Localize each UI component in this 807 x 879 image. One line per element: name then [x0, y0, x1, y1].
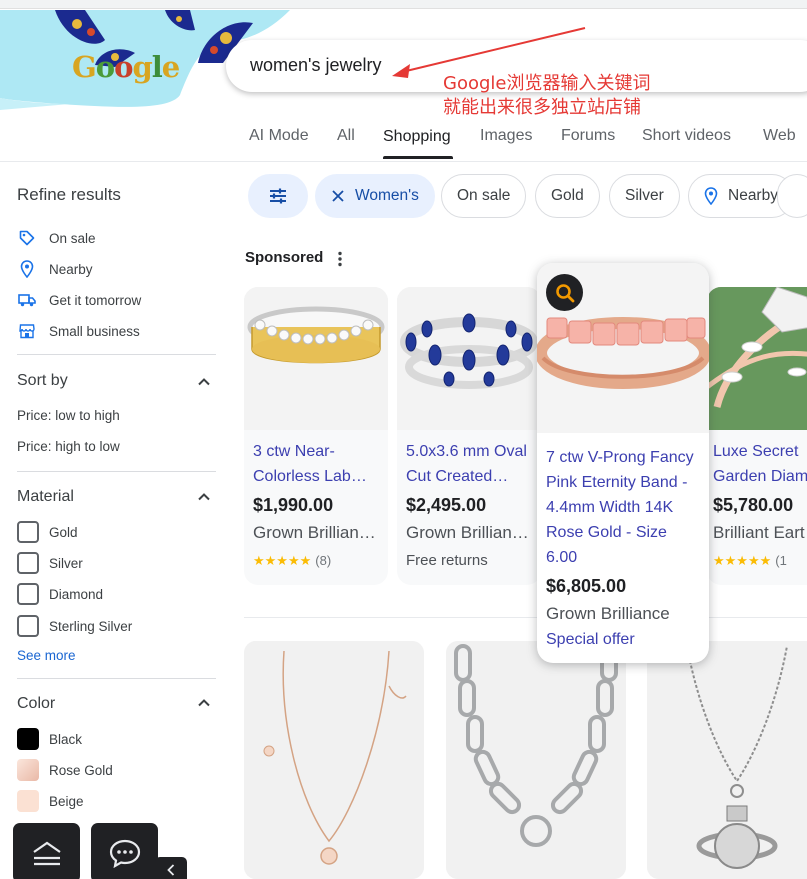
- chat-bubble-icon: [109, 839, 140, 868]
- filter-get-it-tomorrow[interactable]: Get it tomorrow: [17, 290, 141, 310]
- annotation-text: Google浏览器输入关键词 就能出来很多独立站店铺: [443, 73, 651, 118]
- chevron-up-icon[interactable]: [196, 489, 212, 505]
- color-swatch-rose-gold[interactable]: [17, 759, 39, 781]
- chip-womens[interactable]: Women's: [315, 174, 435, 218]
- product-card[interactable]: 5.0x3.6 mm Oval Cut Created… $2,495.00 G…: [397, 287, 541, 585]
- store-name: Grown Brilliance: [546, 604, 670, 623]
- store-name: Brilliant Eart: [713, 523, 805, 542]
- product-card[interactable]: Luxe Secret Garden Diamo $5,780.00 Brill…: [707, 287, 807, 585]
- product-image[interactable]: [397, 287, 541, 430]
- location-pin-icon: [17, 260, 37, 278]
- sidebar-divider: [17, 471, 216, 472]
- collapse-button[interactable]: [155, 857, 187, 879]
- sort-price-high-low[interactable]: Price: high to low: [17, 439, 120, 454]
- scroll-top-button[interactable]: [13, 823, 80, 879]
- product-title[interactable]: 5.0x3.6 mm Oval Cut Created…: [406, 439, 527, 489]
- material-option-diamond[interactable]: Diamond: [17, 583, 103, 605]
- sponsored-label: Sponsored: [245, 249, 324, 266]
- layers-icon: [32, 841, 61, 866]
- chevron-up-icon[interactable]: [196, 374, 212, 390]
- chevron-up-icon[interactable]: [196, 695, 212, 711]
- location-pin-icon: [704, 187, 718, 205]
- chip-silver[interactable]: Silver: [609, 174, 680, 218]
- product-rating: ★★★★★ (1: [713, 552, 787, 569]
- color-option-beige[interactable]: Beige: [17, 790, 84, 812]
- close-icon[interactable]: [331, 189, 345, 203]
- storefront-icon: [17, 322, 37, 340]
- tag-icon: [17, 229, 37, 247]
- tab-web[interactable]: Web: [763, 127, 796, 145]
- active-tab-indicator: [383, 156, 453, 159]
- section-divider: [244, 617, 807, 618]
- color-swatch-beige[interactable]: [17, 790, 39, 812]
- rating-count: (8): [315, 553, 332, 568]
- product-image-orb-pendant[interactable]: [647, 641, 807, 879]
- material-option-gold[interactable]: Gold: [17, 521, 78, 543]
- product-price: $6,805.00: [546, 576, 627, 596]
- chat-button[interactable]: [91, 823, 158, 879]
- chevron-left-icon: [167, 864, 175, 876]
- search-input[interactable]: women's jewelry: [250, 55, 381, 76]
- sidebar-divider: [17, 354, 216, 355]
- product-title[interactable]: 3 ctw Near- Colorless Lab…: [253, 439, 367, 489]
- product-image-silver-chain[interactable]: [446, 641, 626, 879]
- filter-small-business[interactable]: Small business: [17, 321, 140, 341]
- material-option-silver[interactable]: Silver: [17, 552, 83, 574]
- all-filters-chip[interactable]: [248, 174, 308, 218]
- sort-price-low-high[interactable]: Price: low to high: [17, 408, 120, 423]
- checkbox[interactable]: [17, 552, 39, 574]
- tab-shopping[interactable]: Shopping: [383, 128, 451, 146]
- product-card[interactable]: 3 ctw Near- Colorless Lab… $1,990.00 Gro…: [244, 287, 388, 585]
- tab-forums[interactable]: Forums: [561, 127, 615, 145]
- product-price: $1,990.00: [253, 495, 334, 515]
- chip-next-partial[interactable]: [777, 174, 807, 218]
- product-title[interactable]: Luxe Secret Garden Diamo: [713, 439, 807, 489]
- more-options-icon[interactable]: [337, 251, 343, 267]
- checkbox[interactable]: [17, 583, 39, 605]
- lens-search-icon: [555, 283, 574, 302]
- store-name: Grown Brillian…: [406, 523, 529, 542]
- sort-by-title: Sort by: [17, 372, 68, 389]
- color-option-black[interactable]: Black: [17, 728, 82, 750]
- product-price: $5,780.00: [713, 495, 794, 515]
- tab-ai-mode[interactable]: AI Mode: [249, 127, 309, 145]
- refine-title: Refine results: [17, 185, 121, 204]
- product-title[interactable]: 7 ctw V-Prong Fancy Pink Eternity Band -…: [546, 445, 694, 570]
- header-divider: [0, 161, 807, 162]
- rating-stars: ★★★★★: [713, 553, 772, 568]
- lens-search-button[interactable]: [546, 274, 583, 311]
- product-image[interactable]: [244, 287, 388, 430]
- color-title: Color: [17, 695, 56, 712]
- filter-sliders-icon: [270, 188, 286, 204]
- material-title: Material: [17, 488, 74, 505]
- filter-on-sale[interactable]: On sale: [17, 228, 96, 248]
- color-option-rose-gold[interactable]: Rose Gold: [17, 759, 113, 781]
- tab-images[interactable]: Images: [480, 127, 532, 145]
- google-logo[interactable]: Google: [72, 50, 180, 84]
- tab-all[interactable]: All: [337, 127, 355, 145]
- special-offer-label[interactable]: Special offer: [546, 631, 635, 649]
- rating-stars: ★★★★★: [253, 553, 312, 568]
- product-rating: ★★★★★ (8): [253, 552, 331, 569]
- chip-on-sale[interactable]: On sale: [441, 174, 527, 218]
- checkbox[interactable]: [17, 615, 39, 637]
- delivery-truck-icon: [17, 291, 37, 309]
- store-name: Grown Brillian…: [253, 523, 376, 542]
- chip-gold[interactable]: Gold: [535, 174, 600, 218]
- shipping-info: Free returns: [406, 552, 488, 569]
- product-card-hovered[interactable]: 7 ctw V-Prong Fancy Pink Eternity Band -…: [537, 263, 709, 663]
- color-swatch-black[interactable]: [17, 728, 39, 750]
- checkbox[interactable]: [17, 521, 39, 543]
- rating-count: (1: [775, 553, 787, 568]
- product-image-rose-gold-necklace[interactable]: [244, 641, 424, 879]
- product-image[interactable]: [707, 287, 807, 430]
- product-price: $2,495.00: [406, 495, 487, 515]
- tab-short-videos[interactable]: Short videos: [642, 127, 731, 145]
- filter-nearby[interactable]: Nearby: [17, 259, 93, 279]
- sidebar-divider: [17, 678, 216, 679]
- see-more-link[interactable]: See more: [17, 648, 76, 663]
- material-option-sterling-silver[interactable]: Sterling Silver: [17, 615, 132, 637]
